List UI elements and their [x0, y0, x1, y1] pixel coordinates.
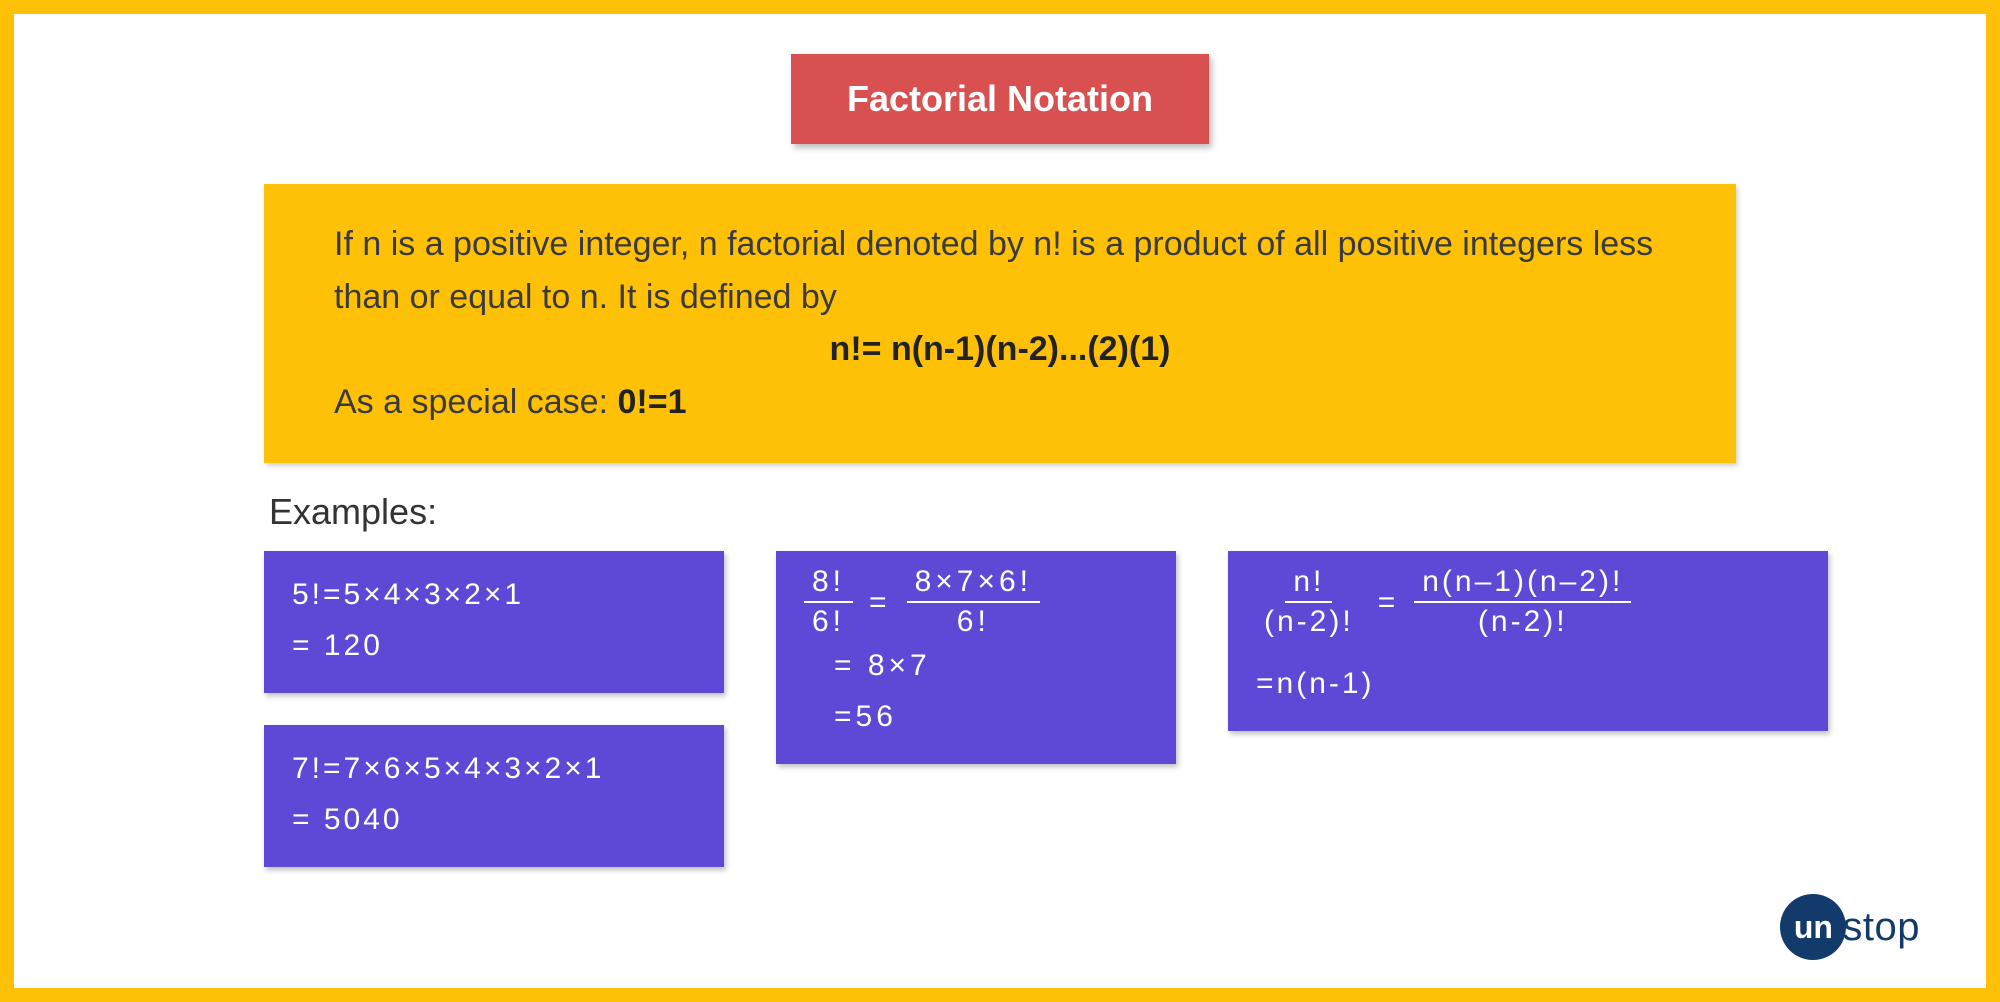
ex4-rhs-frac: n(n–1)(n–2)! (n-2)! [1414, 565, 1631, 640]
ex3-rhs-bot: 6! [949, 603, 998, 640]
ex3-lhs-top: 8! [804, 565, 853, 604]
example-card-4: n! (n-2)! = n(n–1)(n–2)! (n-2)! =n(n-1) [1228, 551, 1828, 731]
ex4-rhs-bot: (n-2)! [1470, 603, 1576, 640]
definition-text: If n is a positive integer, n factorial … [334, 218, 1666, 323]
definition-special: As a special case: 0!=1 [334, 376, 1666, 429]
ex4-lhs-top: n! [1285, 565, 1332, 604]
ex3-frac-row: 8! 6! = 8×7×6! 6! [804, 565, 1148, 640]
ex4-step1: =n(n-1) [1256, 658, 1800, 709]
ex4-lhs-bot: (n-2)! [1256, 603, 1362, 640]
ex4-frac-row: n! (n-2)! = n(n–1)(n–2)! (n-2)! [1256, 565, 1800, 640]
ex4-eq: = [1374, 577, 1403, 628]
ex3-rhs-top: 8×7×6! [907, 565, 1040, 604]
ex2-line1: 7!=7×6×5×4×3×2×1 [292, 743, 696, 794]
brand-logo-circle: un [1780, 894, 1846, 960]
special-value: 0!=1 [617, 383, 686, 421]
slide-frame: Factorial Notation If n is a positive in… [0, 0, 2000, 1002]
ex3-eq: = [865, 577, 895, 628]
definition-formula: n!= n(n-1)(n-2)...(2)(1) [334, 323, 1666, 376]
definition-box: If n is a positive integer, n factorial … [264, 184, 1736, 463]
ex3-step1: = 8×7 [804, 640, 1148, 691]
example-card-1: 5!=5×4×3×2×1 = 120 [264, 551, 724, 693]
ex4-lhs-frac: n! (n-2)! [1256, 565, 1362, 640]
slide-title: Factorial Notation [791, 54, 1209, 144]
ex2-line2: = 5040 [292, 794, 696, 845]
ex1-line1: 5!=5×4×3×2×1 [292, 569, 696, 620]
special-prefix: As a special case: [334, 383, 617, 421]
ex3-lhs-frac: 8! 6! [804, 565, 853, 640]
brand-logo: un stop [1780, 894, 1920, 960]
ex1-line2: = 120 [292, 620, 696, 671]
title-wrap: Factorial Notation [14, 14, 1986, 144]
examples-col-1: 5!=5×4×3×2×1 = 120 7!=7×6×5×4×3×2×1 = 50… [264, 551, 724, 867]
example-card-2: 7!=7×6×5×4×3×2×1 = 5040 [264, 725, 724, 867]
ex3-lhs-bot: 6! [804, 603, 853, 640]
ex3-step2: =56 [804, 691, 1148, 742]
examples-label: Examples: [269, 491, 1986, 533]
example-card-3: 8! 6! = 8×7×6! 6! = 8×7 =56 [776, 551, 1176, 764]
ex4-rhs-top: n(n–1)(n–2)! [1414, 565, 1631, 604]
ex3-rhs-frac: 8×7×6! 6! [907, 565, 1040, 640]
brand-logo-text: stop [1842, 905, 1920, 950]
examples-row: 5!=5×4×3×2×1 = 120 7!=7×6×5×4×3×2×1 = 50… [264, 551, 1986, 867]
